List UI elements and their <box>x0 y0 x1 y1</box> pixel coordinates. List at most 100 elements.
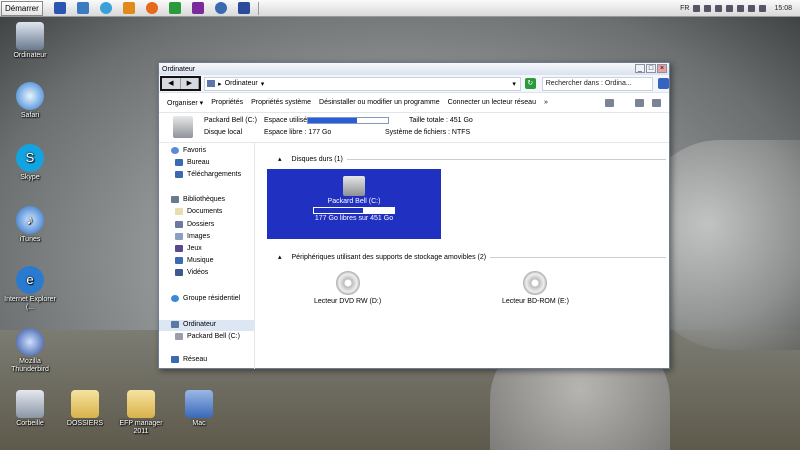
close-button[interactable]: × <box>657 64 667 73</box>
nav-ordinateur[interactable]: Ordinateur <box>171 321 216 328</box>
star-icon <box>171 147 179 154</box>
search-icon[interactable] <box>658 78 669 89</box>
map-network-drive-button[interactable]: Connecter un lecteur réseau <box>448 99 536 106</box>
preview-pane-icon[interactable] <box>635 98 644 107</box>
nav-jeux[interactable]: Jeux <box>175 245 202 252</box>
capacity-fill <box>314 208 363 213</box>
utility-quicklaunch-icon[interactable] <box>168 2 181 14</box>
breadcrumb-chevron-icon[interactable]: ▸ <box>218 80 222 88</box>
network-tray-icon[interactable] <box>693 5 701 12</box>
forward-button[interactable]: ▶ <box>180 78 200 89</box>
videos-icon <box>175 269 183 276</box>
device-tray-icon[interactable] <box>748 5 756 12</box>
search-input[interactable]: Rechercher dans : Ordina... <box>541 76 654 91</box>
history-dropdown-icon[interactable]: ▾ <box>512 80 516 88</box>
nav-reseau[interactable]: Réseau <box>171 356 207 363</box>
command-bar: Organiser ▾ Propriétés Propriétés systèm… <box>159 93 669 113</box>
drive-name: Packard Bell (C:) <box>204 117 257 124</box>
chevron-down-icon[interactable]: ▾ <box>261 80 265 88</box>
desktop-icon-itunes[interactable]: ♪ iTunes <box>0 206 60 244</box>
maximize-button[interactable]: □ <box>646 64 656 73</box>
back-button[interactable]: ◀ <box>162 78 181 89</box>
nav-groupe-residentiel[interactable]: Groupe résidentiel <box>171 295 240 302</box>
safari-quicklaunch-icon[interactable] <box>99 2 112 14</box>
nav-favoris[interactable]: Favoris <box>171 147 206 154</box>
desktop-icon-thunderbird[interactable]: Mozilla Thunderbird <box>0 328 60 374</box>
system-properties-button[interactable]: Propriétés système <box>251 99 311 106</box>
collapse-icon[interactable]: ▴ <box>278 155 282 163</box>
power-tray-icon[interactable] <box>726 5 734 12</box>
dvd-drive-item[interactable]: Lecteur DVD RW (D:) <box>314 271 381 305</box>
group-divider <box>490 256 666 258</box>
media-quicklaunch-icon[interactable] <box>122 2 135 14</box>
address-bar[interactable]: ▸ Ordinateur ▾ ▾ <box>204 76 521 91</box>
thunderbird-icon <box>16 328 44 356</box>
nav-telechargements[interactable]: Téléchargements <box>175 171 241 178</box>
bd-disc-icon <box>523 271 548 295</box>
view-options-icon[interactable] <box>605 98 614 107</box>
app-quicklaunch-icon[interactable] <box>191 2 204 14</box>
nav-bibliotheques[interactable]: Bibliothèques <box>171 196 225 203</box>
homegroup-icon <box>171 295 179 302</box>
free-space: Espace libre : 177 Go <box>264 129 332 136</box>
organize-menu[interactable]: Organiser ▾ <box>167 99 203 107</box>
firefox-quicklaunch-icon[interactable] <box>145 2 158 14</box>
hard-drive-icon <box>343 176 365 196</box>
total-size: Taille totale : 451 Go <box>409 117 473 124</box>
nav-dossiers[interactable]: Dossiers <box>175 221 214 228</box>
desktop-icon-safari[interactable]: Safari <box>0 82 60 120</box>
itunes-icon: ♪ <box>16 206 44 234</box>
desktop-quicklaunch-icon[interactable] <box>53 2 66 14</box>
desktop-icon-ordinateur[interactable]: Ordinateur <box>0 22 60 60</box>
capacity-bar <box>313 207 395 214</box>
downloads-icon <box>175 171 183 178</box>
documents-icon <box>175 208 183 215</box>
desktop-icon-efp-manager[interactable]: EFP manager 2011 <box>111 390 171 436</box>
internet-explorer-icon: e <box>16 266 44 294</box>
desktop-icon-ie[interactable]: e Internet Explorer (... <box>0 266 60 312</box>
explorer-quicklaunch-icon[interactable] <box>76 2 89 14</box>
start-button[interactable]: Démarrer <box>1 0 43 16</box>
thunderbird-quicklaunch-icon[interactable] <box>237 2 250 14</box>
ie-quicklaunch-icon[interactable] <box>214 2 227 14</box>
breadcrumb[interactable]: Ordinateur <box>225 80 258 87</box>
more-commands-button[interactable]: » <box>544 99 548 106</box>
language-indicator[interactable]: FR <box>680 5 689 12</box>
update-tray-icon[interactable] <box>737 5 745 12</box>
clock[interactable]: 15:08 <box>774 5 792 12</box>
skype-icon: S <box>16 144 44 172</box>
network-icon <box>171 356 179 363</box>
dvd-disc-icon <box>335 271 360 295</box>
nav-bureau[interactable]: Bureau <box>175 159 210 166</box>
uninstall-program-button[interactable]: Désinstaller ou modifier un programme <box>319 99 440 106</box>
libraries-icon <box>171 196 179 203</box>
window-titlebar[interactable]: Ordinateur _ □ × <box>159 63 669 75</box>
bd-drive-item[interactable]: Lecteur BD-ROM (E:) <box>502 271 569 305</box>
flag-tray-icon[interactable] <box>715 5 723 12</box>
nav-documents[interactable]: Documents <box>175 208 222 215</box>
nav-images[interactable]: Images <box>175 233 210 240</box>
refresh-icon[interactable]: ↻ <box>524 78 536 89</box>
recycle-bin-icon <box>16 390 44 418</box>
volume-tray-icon[interactable] <box>704 5 712 12</box>
nav-videos[interactable]: Vidéos <box>175 269 208 276</box>
drive-tile-c[interactable]: Packard Bell (C:) 177 Go libres sur 451 … <box>267 169 441 239</box>
desktop-icon-mac[interactable]: Mac <box>169 390 229 428</box>
desktop-icon-corbeille[interactable]: Corbeille <box>0 390 60 428</box>
properties-button[interactable]: Propriétés <box>211 99 243 106</box>
group-header-hdd[interactable]: ▴ Disques durs (1) <box>278 155 666 163</box>
minimize-button[interactable]: _ <box>635 64 645 73</box>
chevron-down-icon[interactable] <box>622 99 627 107</box>
collapse-icon[interactable]: ▴ <box>278 253 282 261</box>
nav-musique[interactable]: Musique <box>175 257 213 264</box>
hard-drive-icon <box>173 116 193 138</box>
group-header-removable[interactable]: ▴ Périphériques utilisant des supports d… <box>278 253 666 261</box>
help-icon[interactable] <box>652 98 661 107</box>
folder-icon <box>175 221 183 228</box>
desktop-icon-skype[interactable]: S Skype <box>0 144 60 182</box>
desktop-icon-dossiers[interactable]: DOSSIERS <box>55 390 115 428</box>
nav-packard-bell[interactable]: Packard Bell (C:) <box>175 333 240 340</box>
music-icon <box>175 257 183 264</box>
notification-tray-icon[interactable] <box>759 5 767 12</box>
file-system: Système de fichiers : NTFS <box>385 129 471 136</box>
